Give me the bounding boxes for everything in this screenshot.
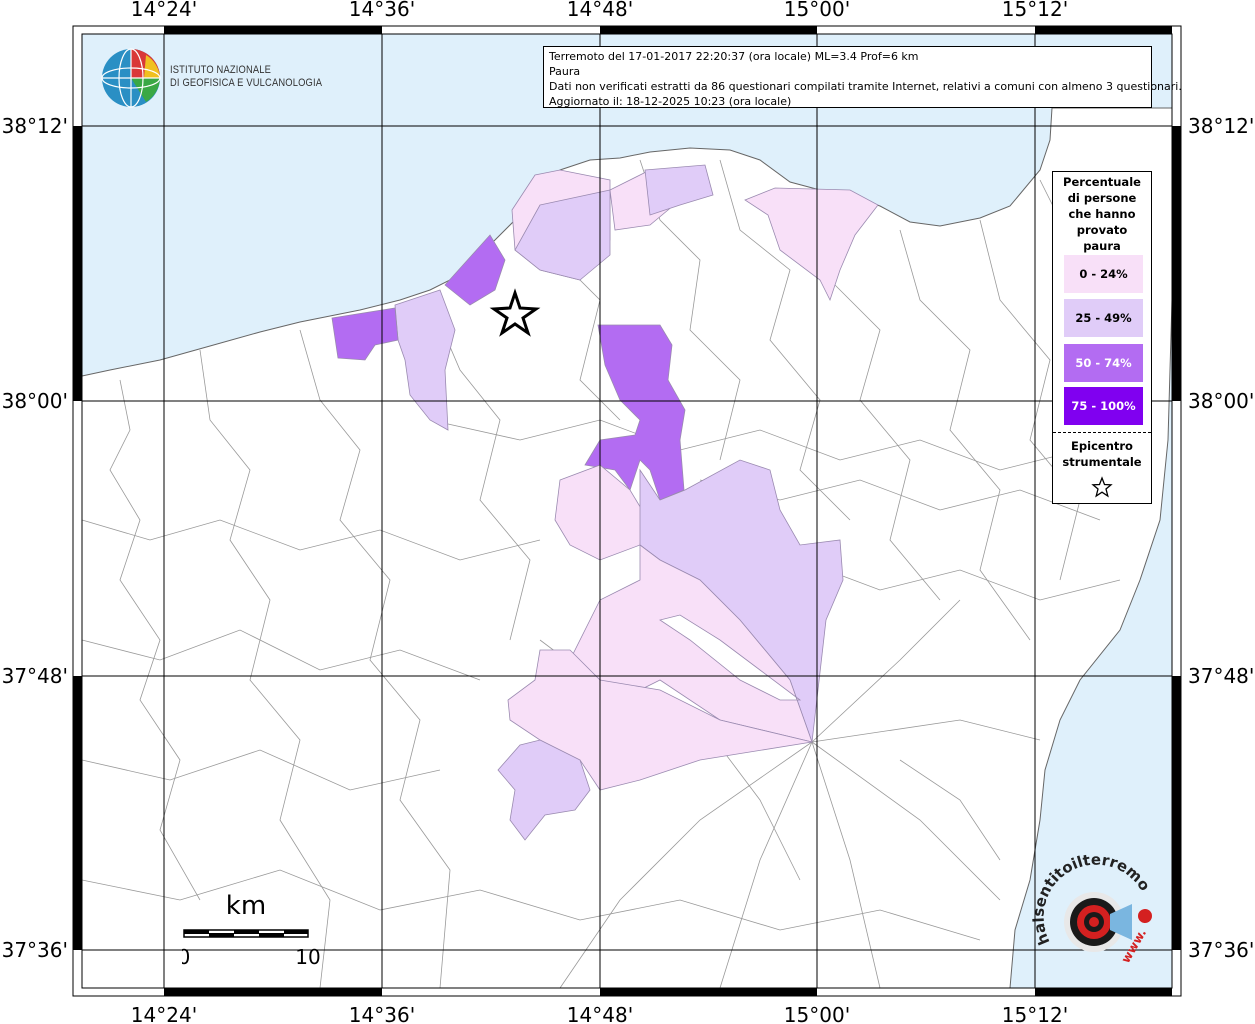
scale-unit: km: [226, 891, 266, 921]
ingv-name: ISTITUTO NAZIONALE DI GEOFISICA E VULCAN…: [170, 64, 322, 90]
legend-epicenter-line: Epicentro: [1071, 439, 1133, 453]
ingv-name-line2: DI GEOFISICA E VULCANOLOGIA: [170, 77, 323, 89]
ingv-name-line1: ISTITUTO NAZIONALE: [170, 64, 272, 76]
lon-label-bottom: 14°36': [349, 1003, 415, 1024]
scale-bar: km 0 10: [178, 890, 322, 977]
lat-label-right: 38°12': [1188, 114, 1254, 138]
lon-label-top: 14°48': [567, 0, 633, 21]
update-timestamp: Aggiornato il: 18-12-2025 10:23 (ora loc…: [549, 95, 792, 108]
lat-label-left: 38°00': [2, 389, 68, 413]
event-title: Terremoto del 17-01-2017 22:20:37 (ora l…: [549, 50, 919, 63]
legend-star-icon: [1091, 476, 1113, 498]
legend-class-50-74: 50 - 74%: [1064, 344, 1143, 382]
haisentito-watermark: haisentitoilterremoto.it www.: [1027, 838, 1154, 966]
lon-label-top: 14°24': [131, 0, 197, 21]
legend-class-75-100: 75 - 100%: [1064, 387, 1143, 425]
scale-bar-graphic: km 0 10: [178, 891, 321, 969]
legend-title-line: provato: [1076, 223, 1128, 237]
lon-label-top: 15°12': [1002, 0, 1068, 21]
legend-title-line: che hanno: [1068, 207, 1136, 221]
lon-label-top: 15°00': [784, 0, 850, 21]
lat-label-right: 38°00': [1188, 389, 1254, 413]
ingv-logo: [100, 47, 162, 114]
lon-label-bottom: 14°24': [131, 1003, 197, 1024]
globe-icon: [101, 48, 161, 108]
legend-epicenter-line: strumentale: [1062, 455, 1142, 469]
legend: Percentuale di persone che hanno provato…: [1052, 171, 1152, 504]
haisentito-logo: haisentitoilterremoto.it www.: [1027, 838, 1162, 987]
lon-label-bottom: 14°48': [567, 1003, 633, 1024]
lat-label-right: 37°48': [1188, 664, 1254, 688]
scale-start: 0: [182, 945, 190, 969]
data-disclaimer: Dati non verificati estratti da 86 quest…: [549, 80, 1182, 93]
lat-label-left: 37°48': [2, 664, 68, 688]
legend-class-0-24: 0 - 24%: [1064, 255, 1143, 293]
legend-title-line: di persone: [1067, 191, 1137, 205]
lon-label-bottom: 15°00': [784, 1003, 850, 1024]
legend-class-25-49: 25 - 49%: [1064, 299, 1143, 337]
lat-label-left: 38°12': [2, 114, 68, 138]
lat-label-right: 37°36': [1188, 938, 1254, 962]
map-parameter: Paura: [549, 65, 581, 78]
lat-label-left: 37°36': [2, 938, 68, 962]
legend-title: Percentuale di persone che hanno provato…: [1053, 174, 1151, 254]
legend-epicenter-label: Epicentro strumentale: [1053, 438, 1151, 470]
scale-end: 10: [295, 945, 320, 969]
legend-title-line: Percentuale: [1063, 175, 1141, 189]
lon-label-bottom: 15°12': [1002, 1003, 1068, 1024]
event-info-box: Terremoto del 17-01-2017 22:20:37 (ora l…: [543, 46, 1182, 108]
lon-label-top: 14°36': [349, 0, 415, 21]
legend-separator: [1053, 432, 1151, 433]
legend-title-line: paura: [1083, 239, 1121, 253]
